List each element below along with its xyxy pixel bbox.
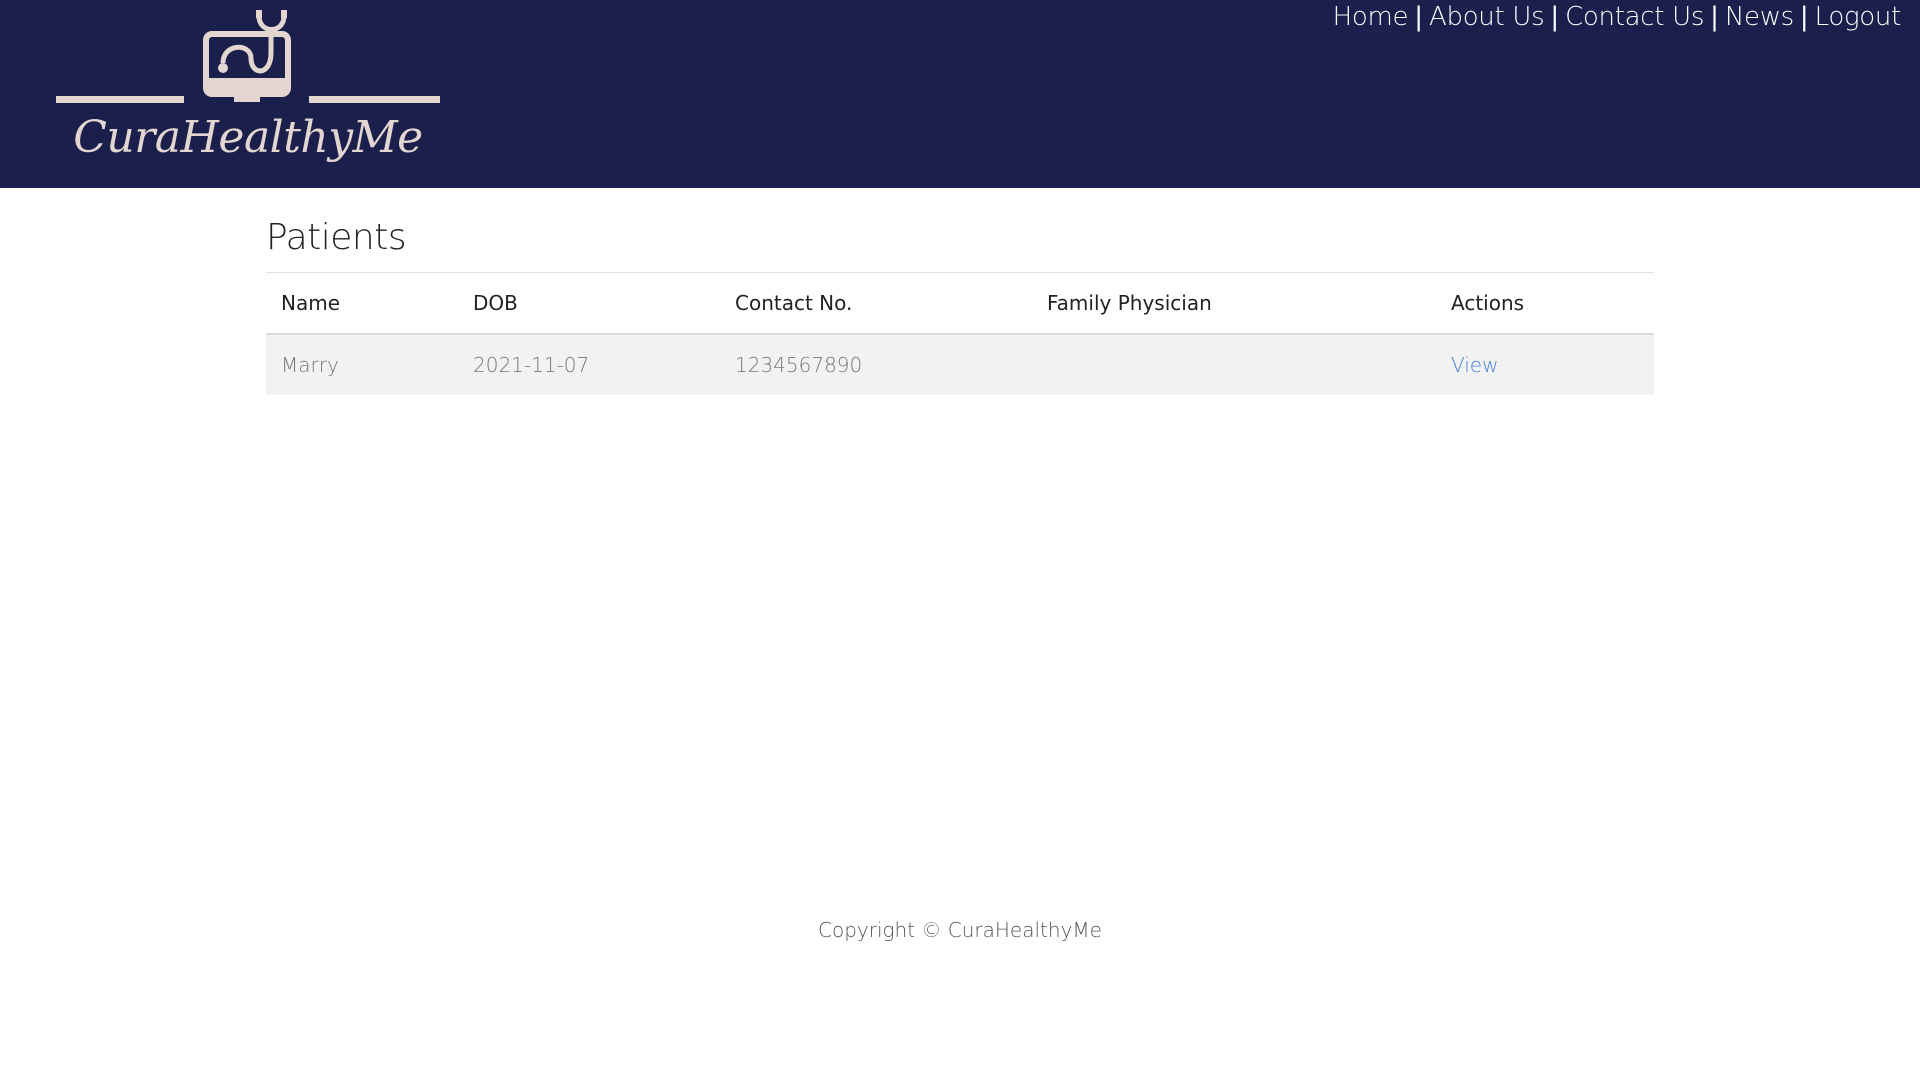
column-header-family-physician: Family Physician [1032,273,1436,335]
nav-news-link[interactable]: News [1725,2,1794,32]
nav-separator: | [1550,2,1560,32]
column-header-dob: DOB [458,273,720,335]
cell-contact: 1234567890 [720,334,1032,395]
column-header-name: Name [266,273,458,335]
view-patient-link[interactable]: View [1451,353,1498,377]
main-content: Patients Name DOB Contact No. Family Phy… [266,188,1654,395]
nav-separator: | [1799,2,1809,32]
brand-name: CuraHealthyMe [73,112,423,163]
cell-actions: View [1436,334,1654,395]
page-title: Patients [266,217,407,258]
patients-table: Name DOB Contact No. Family Physician Ac… [266,273,1654,395]
table-row: Marry 2021-11-07 1234567890 View [266,334,1654,395]
brand-logo[interactable]: CuraHealthyMe [56,8,440,180]
column-header-actions: Actions [1436,273,1654,335]
monitor-stethoscope-icon [56,10,440,103]
cell-family-physician [1032,334,1436,395]
table-header-row: Name DOB Contact No. Family Physician Ac… [266,273,1654,335]
nav-separator: | [1710,2,1719,32]
site-header: CuraHealthyMe Home | About Us | Contact Us | N… [0,0,1920,188]
cell-dob: 2021-11-07 [458,334,720,395]
top-nav: Home | About Us | Contact Us | News | Logout [1333,2,1902,32]
nav-home-link[interactable]: Home [1333,2,1409,32]
nav-logout-link[interactable]: Logout [1815,2,1902,32]
nav-about-link[interactable]: About Us [1429,2,1545,32]
cell-patient-name: Marry [266,334,458,395]
nav-separator: | [1414,2,1423,32]
column-header-contact: Contact No. [720,273,1032,335]
nav-contact-link[interactable]: Contact Us [1565,2,1704,32]
footer-copyright: Copyright © CuraHealthyMe [818,918,1102,942]
